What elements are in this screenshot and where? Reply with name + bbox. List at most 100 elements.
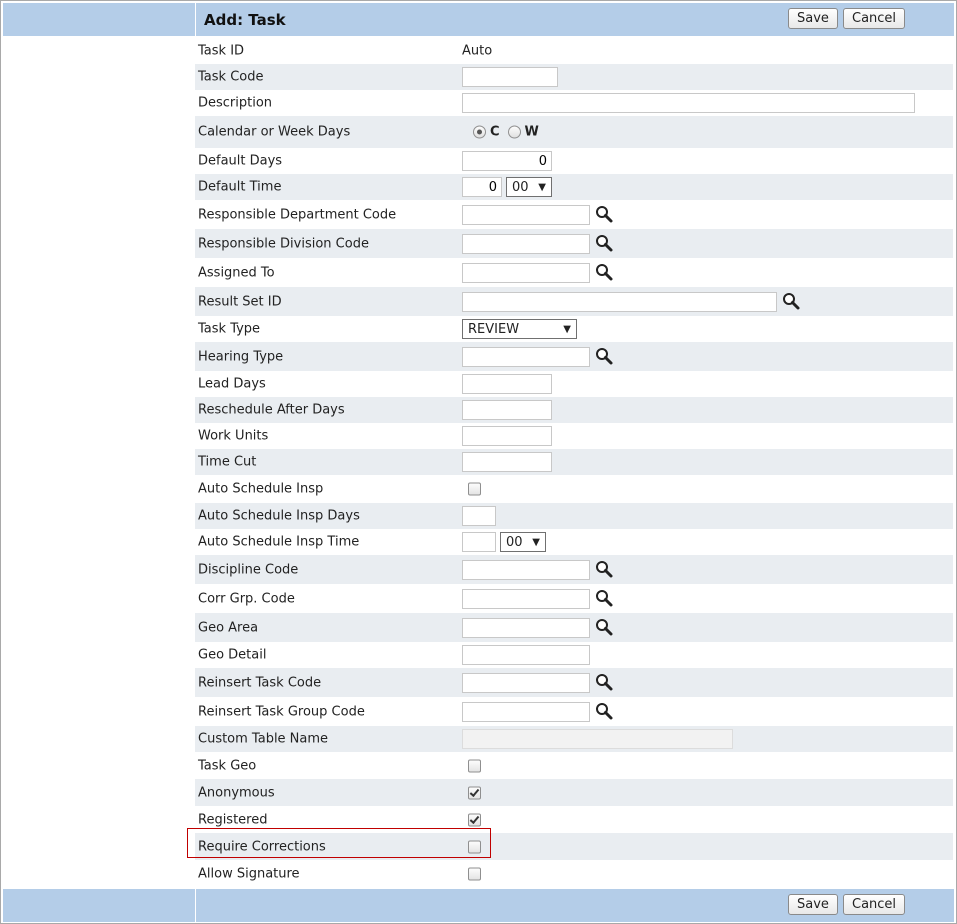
task-code-input[interactable]	[462, 67, 558, 87]
row-geo-area: Geo Area	[195, 613, 953, 642]
radio-calendar-days[interactable]	[473, 125, 486, 139]
label-lead-days: Lead Days	[198, 376, 266, 392]
row-auto-schedule-insp-days: Auto Schedule Insp Days	[195, 503, 953, 529]
row-task-type: Task Type REVIEW ▼	[195, 316, 953, 342]
hearing-type-input[interactable]	[462, 346, 590, 367]
row-auto-schedule-insp-time: Auto Schedule Insp Time 00 ▼	[195, 529, 953, 555]
label-work-units: Work Units	[198, 428, 269, 444]
row-auto-schedule-insp: Auto Schedule Insp	[195, 475, 953, 503]
reinsert-task-code-input[interactable]	[462, 672, 590, 693]
save-button[interactable]: Save	[788, 8, 838, 29]
row-responsible-division-code: Responsible Division Code	[195, 229, 953, 258]
page-title: Add: Task	[204, 11, 286, 29]
chevron-down-icon: ▼	[532, 536, 540, 548]
auto-schedule-insp-time-minutes-select[interactable]: 00 ▼	[500, 532, 546, 552]
assigned-to-input[interactable]	[462, 262, 590, 283]
task-geo-checkbox[interactable]	[468, 759, 481, 772]
row-allow-signature: Allow Signature	[195, 860, 953, 887]
label-geo-detail: Geo Detail	[198, 647, 267, 663]
search-icon[interactable]	[594, 347, 614, 367]
search-icon[interactable]	[594, 618, 614, 638]
work-units-input[interactable]	[462, 426, 552, 446]
row-work-units: Work Units	[195, 423, 953, 449]
label-default-time: Default Time	[198, 179, 282, 195]
row-assigned-to: Assigned To	[195, 258, 953, 287]
row-default-time: Default Time 00 ▼	[195, 174, 953, 200]
label-hearing-type: Hearing Type	[198, 349, 284, 364]
lead-days-input[interactable]	[462, 374, 552, 394]
anonymous-checkbox[interactable]	[468, 786, 481, 799]
auto-schedule-insp-time-hours-input[interactable]	[462, 532, 496, 552]
chevron-down-icon: ▼	[563, 323, 571, 335]
geo-area-input[interactable]	[462, 617, 590, 638]
label-discipline-code: Discipline Code	[198, 562, 299, 577]
corr-grp-code-input[interactable]	[462, 588, 590, 609]
label-anonymous: Anonymous	[198, 785, 275, 800]
search-icon[interactable]	[781, 292, 801, 312]
search-icon[interactable]	[594, 263, 614, 283]
default-time-hours-input[interactable]	[462, 177, 502, 197]
label-task-geo: Task Geo	[198, 758, 257, 773]
default-time-minutes-value: 00	[512, 179, 529, 195]
label-reschedule-after-days: Reschedule After Days	[198, 402, 345, 418]
row-reinsert-task-code: Reinsert Task Code	[195, 668, 953, 697]
description-input[interactable]	[462, 93, 915, 113]
registered-checkbox[interactable]	[468, 813, 481, 826]
header-divider	[195, 3, 196, 36]
footer-cancel-button[interactable]: Cancel	[843, 894, 906, 915]
row-calendar-or-week-days: Calendar or Week Days C W	[195, 116, 953, 148]
row-corr-grp-code: Corr Grp. Code	[195, 584, 953, 613]
label-custom-table-name: Custom Table Name	[198, 731, 329, 747]
row-task-geo: Task Geo	[195, 752, 953, 779]
require-corrections-highlight-box	[187, 828, 491, 858]
reinsert-task-group-code-input[interactable]	[462, 701, 590, 722]
cancel-button[interactable]: Cancel	[843, 8, 906, 29]
task-type-value: REVIEW	[468, 321, 520, 337]
search-icon[interactable]	[594, 589, 614, 609]
responsible-department-code-input[interactable]	[462, 204, 590, 225]
row-geo-detail: Geo Detail	[195, 642, 953, 668]
task-type-select[interactable]: REVIEW ▼	[462, 319, 577, 339]
radio-week-days[interactable]	[507, 125, 521, 139]
label-task-code: Task Code	[198, 69, 264, 85]
label-task-id: Task ID	[198, 43, 245, 59]
label-geo-area: Geo Area	[198, 620, 259, 635]
label-assigned-to: Assigned To	[198, 265, 275, 280]
search-icon[interactable]	[594, 560, 614, 580]
label-responsible-division-code: Responsible Division Code	[198, 236, 369, 251]
radio-week-days-label: W	[524, 124, 539, 140]
discipline-code-input[interactable]	[462, 559, 590, 580]
row-default-days: Default Days	[195, 148, 953, 174]
result-set-id-input[interactable]	[462, 291, 777, 312]
geo-detail-input[interactable]	[462, 645, 590, 665]
auto-schedule-insp-time-minutes-value: 00	[506, 534, 523, 550]
auto-schedule-insp-days-input[interactable]	[462, 506, 496, 526]
responsible-division-code-input[interactable]	[462, 233, 590, 254]
label-result-set-id: Result Set ID	[198, 294, 282, 309]
row-task-code: Task Code	[195, 64, 953, 90]
label-reinsert-task-code: Reinsert Task Code	[198, 675, 322, 690]
label-auto-schedule-insp-time: Auto Schedule Insp Time	[198, 534, 360, 550]
search-icon[interactable]	[594, 673, 614, 693]
auto-schedule-insp-checkbox[interactable]	[468, 482, 481, 496]
custom-table-name-input	[462, 729, 733, 749]
default-time-minutes-select[interactable]: 00 ▼	[506, 177, 552, 197]
row-hearing-type: Hearing Type	[195, 342, 953, 371]
search-icon[interactable]	[594, 205, 614, 225]
label-registered: Registered	[198, 812, 268, 827]
footer-save-button[interactable]: Save	[788, 894, 838, 915]
reschedule-after-days-input[interactable]	[462, 400, 552, 420]
allow-signature-checkbox[interactable]	[468, 867, 481, 880]
task-id-value: Auto	[462, 43, 493, 59]
default-days-input[interactable]	[462, 151, 552, 171]
row-responsible-department-code: Responsible Department Code	[195, 200, 953, 229]
label-time-cut: Time Cut	[198, 454, 257, 470]
task-form: Task ID Auto Task Code Description Calen…	[195, 38, 953, 887]
row-time-cut: Time Cut	[195, 449, 953, 475]
row-description: Description	[195, 90, 953, 116]
label-reinsert-task-group-code: Reinsert Task Group Code	[198, 704, 365, 719]
search-icon[interactable]	[594, 234, 614, 254]
time-cut-input[interactable]	[462, 452, 552, 472]
search-icon[interactable]	[594, 702, 614, 722]
label-responsible-department-code: Responsible Department Code	[198, 207, 397, 222]
